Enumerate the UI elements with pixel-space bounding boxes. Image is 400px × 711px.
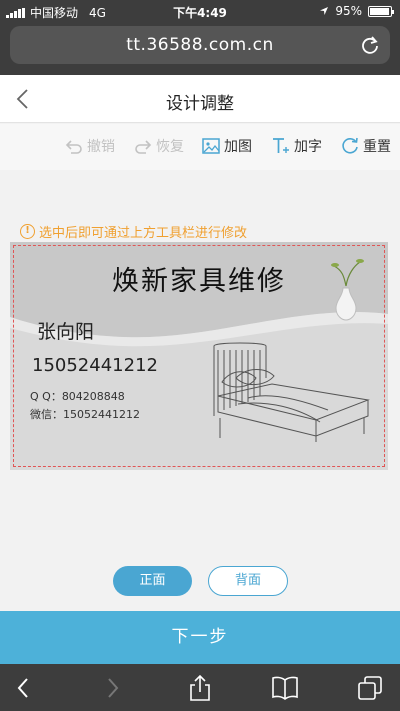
page-title: 设计调整 bbox=[166, 94, 234, 114]
browser-forward-icon[interactable] bbox=[98, 674, 126, 702]
editor-toolbar: 撤销 恢复 加图 加字 重置 bbox=[0, 124, 400, 170]
add-text-label: 加字 bbox=[294, 139, 322, 155]
card-qq[interactable]: Q Q：804208848 bbox=[30, 388, 125, 404]
share-icon[interactable] bbox=[186, 674, 214, 702]
image-icon bbox=[202, 138, 220, 154]
reset-icon bbox=[342, 137, 358, 154]
text-icon bbox=[273, 138, 289, 153]
status-bar: 中国移动 4G 下午4:49 95% bbox=[0, 0, 400, 22]
bookmarks-icon[interactable] bbox=[271, 674, 299, 702]
add-text-button[interactable]: 加字 bbox=[271, 136, 322, 156]
undo-icon bbox=[65, 140, 82, 154]
card-name[interactable]: 张向阳 bbox=[37, 317, 94, 344]
front-side-button[interactable]: 正面 bbox=[113, 566, 192, 596]
url-text: tt.36588.com.cn bbox=[126, 35, 274, 55]
back-side-button[interactable]: 背面 bbox=[208, 566, 288, 596]
edit-hint: ! 选中后即可通过上方工具栏进行修改 bbox=[20, 222, 247, 241]
card-wechat[interactable]: 微信：15052441212 bbox=[30, 406, 140, 422]
undo-label: 撤销 bbox=[87, 139, 115, 155]
browser-chrome: 中国移动 4G 下午4:49 95% tt.36588.com.cn bbox=[0, 0, 400, 75]
hint-text: 选中后即可通过上方工具栏进行修改 bbox=[39, 226, 248, 241]
redo-label: 恢复 bbox=[156, 139, 184, 155]
card-phone[interactable]: 15052441212 bbox=[32, 355, 158, 376]
info-icon: ! bbox=[20, 224, 35, 239]
undo-button[interactable]: 撤销 bbox=[64, 136, 115, 156]
add-image-label: 加图 bbox=[224, 139, 252, 155]
nav-bar: 设计调整 bbox=[0, 75, 400, 123]
address-bar[interactable]: tt.36588.com.cn bbox=[10, 26, 390, 64]
battery-percent: 95% bbox=[335, 4, 362, 18]
next-step-button[interactable]: 下一步 bbox=[0, 611, 400, 664]
location-arrow-icon bbox=[320, 7, 329, 15]
add-image-button[interactable]: 加图 bbox=[201, 136, 252, 156]
browser-bottom-toolbar bbox=[0, 664, 400, 711]
browser-back-icon[interactable] bbox=[10, 674, 38, 702]
reload-icon[interactable] bbox=[360, 35, 380, 55]
bed-illustration-icon[interactable] bbox=[208, 338, 374, 442]
redo-button[interactable]: 恢复 bbox=[133, 136, 184, 156]
redo-icon bbox=[135, 140, 152, 154]
reset-button[interactable]: 重置 bbox=[340, 136, 391, 156]
reset-label: 重置 bbox=[363, 139, 391, 155]
vase-decoration-icon[interactable] bbox=[324, 252, 368, 322]
battery-icon bbox=[368, 5, 394, 17]
business-card-preview[interactable]: 焕新家具维修 张向阳 15052441212 Q Q：804208848 微信：… bbox=[10, 242, 388, 470]
tabs-icon[interactable] bbox=[356, 674, 384, 702]
